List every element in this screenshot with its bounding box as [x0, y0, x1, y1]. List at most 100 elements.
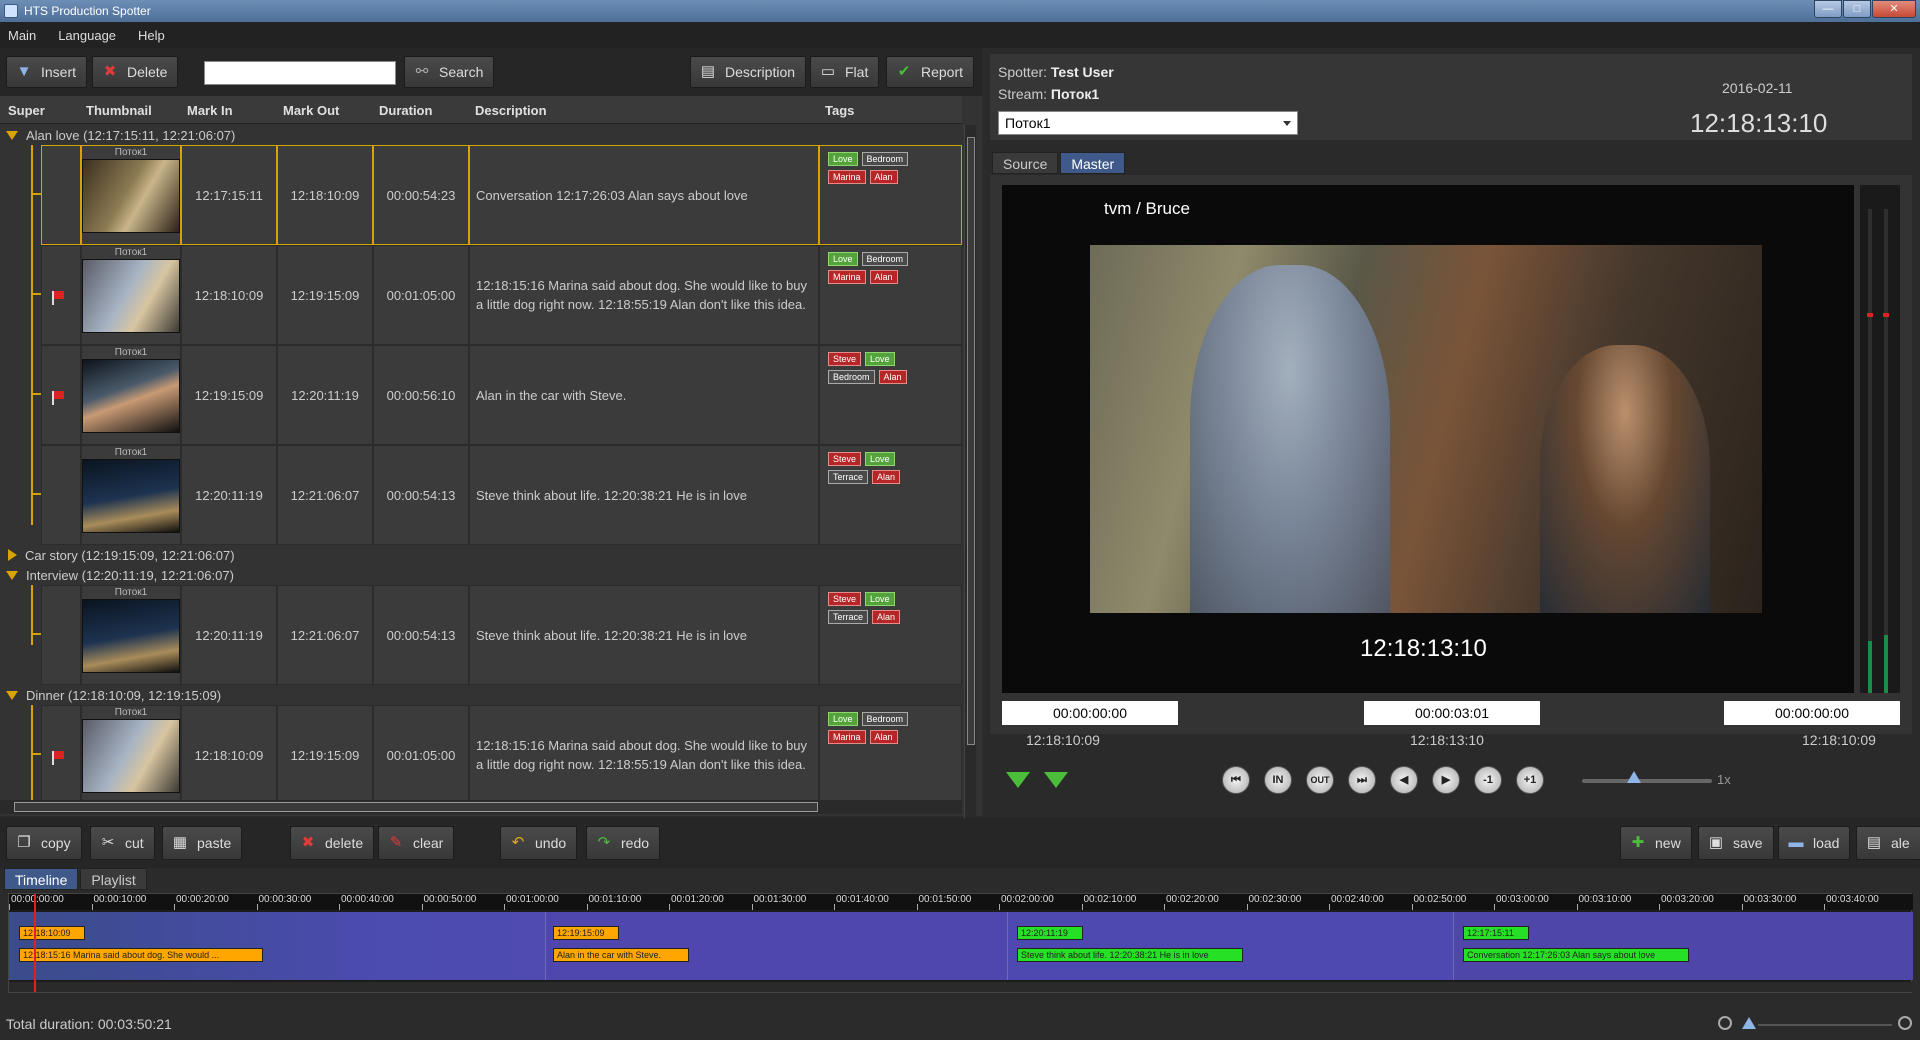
clip-row[interactable]: Поток1 12:18:10:09 12:19:15:09 00:01:05:…	[0, 705, 962, 800]
new-button[interactable]: ✚ new	[1620, 826, 1692, 860]
timeline-clip-desc[interactable]: Conversation 12:17:26:03 Alan says about…	[1463, 948, 1689, 962]
expand-triangle-icon[interactable]	[8, 549, 17, 561]
zoom-out-icon[interactable]	[1718, 1016, 1732, 1030]
group-row-alan-love[interactable]: Alan love (12:17:15:11, 12:21:06:07)	[0, 125, 962, 145]
tag-terrace[interactable]: Terrace	[828, 610, 869, 624]
group-row-dinner[interactable]: Dinner (12:18:10:09, 12:19:15:09)	[0, 685, 962, 705]
tag-bedroom[interactable]: Bedroom	[861, 152, 909, 166]
timeline-clip-desc[interactable]: Alan in the car with Steve.	[553, 948, 689, 962]
search-input[interactable]	[204, 61, 396, 85]
menu-main[interactable]: Main	[8, 28, 36, 43]
report-button[interactable]: ✔ Report	[886, 56, 975, 88]
timeline-clip-start[interactable]: 12:20:11:19	[1017, 926, 1083, 940]
clip-row[interactable]: Поток1 12:19:15:09 12:20:11:19 00:00:56:…	[0, 345, 962, 445]
col-description[interactable]: Description	[475, 103, 547, 118]
play-button[interactable]: ▶	[1432, 766, 1460, 794]
vertical-scrollbar[interactable]	[964, 125, 976, 847]
col-mark-in[interactable]: Mark In	[187, 103, 233, 118]
paste-button[interactable]: ▦ paste	[162, 826, 243, 860]
timeline-clip-start[interactable]: 12:18:10:09	[19, 926, 85, 940]
mark-out-button[interactable]: OUT	[1306, 766, 1334, 794]
tag-marina[interactable]: Marina	[828, 730, 866, 744]
tab-master[interactable]: Master	[1060, 152, 1126, 174]
tag-steve[interactable]: Steve	[828, 352, 862, 366]
zoom-slider-handle[interactable]	[1742, 1017, 1756, 1029]
zoom-in-icon[interactable]	[1898, 1016, 1912, 1030]
col-duration[interactable]: Duration	[379, 103, 432, 118]
menu-help[interactable]: Help	[138, 28, 165, 43]
expand-triangle-icon[interactable]	[6, 690, 18, 700]
copy-button[interactable]: ❐ copy	[6, 826, 82, 860]
timeline-scrollbar[interactable]	[9, 982, 1913, 992]
zoom-slider[interactable]	[1758, 1024, 1892, 1026]
col-super[interactable]: Super	[8, 103, 45, 118]
load-button[interactable]: ▬ load	[1778, 826, 1851, 860]
tc-out-field[interactable]: 00:00:00:00	[1724, 701, 1900, 725]
ale-button[interactable]: ▤ ale	[1856, 826, 1920, 860]
clip-row[interactable]: Поток1 12:18:10:09 12:19:15:09 00:01:05:…	[0, 245, 962, 345]
tag-bedroom[interactable]: Bedroom	[828, 370, 875, 384]
tag-love[interactable]: Love	[865, 352, 895, 366]
tag-alan[interactable]: Alan	[869, 730, 898, 744]
mark-in-button[interactable]: IN	[1264, 766, 1292, 794]
playhead[interactable]	[34, 894, 36, 992]
horizontal-scrollbar[interactable]	[0, 800, 962, 814]
col-thumbnail[interactable]: Thumbnail	[86, 103, 152, 118]
close-button[interactable]: ✕	[1872, 0, 1916, 18]
tag-alan[interactable]: Alan	[869, 170, 898, 184]
play-reverse-button[interactable]: ◀	[1390, 766, 1418, 794]
clip-row[interactable]: Поток1 12:20:11:19 12:21:06:07 00:00:54:…	[0, 445, 962, 545]
tag-love[interactable]: Love	[865, 592, 895, 606]
tag-terrace[interactable]: Terrace	[828, 470, 869, 484]
delete-button[interactable]: ✖ Delete	[92, 56, 179, 88]
timeline-delete-button[interactable]: ✖ delete	[290, 826, 375, 860]
clip-row[interactable]: Поток1 12:17:15:11 12:18:10:09 00:00:54:…	[0, 145, 962, 245]
timeline-clip-start[interactable]: 12:17:15:11	[1463, 926, 1529, 940]
tag-alan[interactable]: Alan	[869, 270, 898, 284]
scroll-thumb[interactable]	[967, 137, 975, 745]
tag-steve[interactable]: Steve	[828, 452, 862, 466]
tag-marina[interactable]: Marina	[828, 270, 866, 284]
clear-button[interactable]: ✎ clear	[378, 826, 455, 860]
tab-source[interactable]: Source	[992, 152, 1059, 174]
tag-alan[interactable]: Alan	[872, 470, 901, 484]
timeline-clip-desc[interactable]: 12:18:15:16 Marina said about dog. She w…	[19, 948, 263, 962]
maximize-button[interactable]: □	[1843, 0, 1871, 18]
search-button[interactable]: ⚯ Search	[404, 56, 495, 88]
cut-button[interactable]: ✂ cut	[90, 826, 155, 860]
insert-button[interactable]: ▼ Insert	[6, 56, 88, 88]
tag-alan[interactable]: Alan	[872, 610, 901, 624]
group-row-car-story[interactable]: Car story (12:19:15:09, 12:21:06:07)	[0, 545, 962, 565]
tab-playlist[interactable]: Playlist	[80, 868, 147, 890]
save-button[interactable]: ▣ save	[1698, 826, 1774, 860]
scroll-thumb[interactable]	[14, 802, 818, 812]
timeline-ruler[interactable]: 00:00:00:00 00:00:10:00 00:00:20:00 00:00:3…	[9, 894, 1913, 910]
video-screen[interactable]: tvm / Bruce 12:18:13:10	[1002, 185, 1854, 693]
tc-position-field[interactable]: 00:00:03:01	[1364, 701, 1540, 725]
mark-out-arrow-icon[interactable]	[1044, 772, 1068, 788]
timeline-clip-desc[interactable]: Steve think about life. 12:20:38:21 He i…	[1017, 948, 1243, 962]
timeline-track[interactable]: 12:18:10:09 12:18:15:16 Marina said abou…	[9, 912, 1913, 980]
col-tags[interactable]: Tags	[825, 103, 854, 118]
mark-in-arrow-icon[interactable]	[1006, 772, 1030, 788]
stream-dropdown[interactable]: Поток1	[998, 111, 1298, 135]
tag-marina[interactable]: Marina	[828, 170, 866, 184]
tag-love[interactable]: Love	[828, 252, 858, 266]
col-mark-out[interactable]: Mark Out	[283, 103, 339, 118]
tc-in-field[interactable]: 00:00:00:00	[1002, 701, 1178, 725]
go-end-button[interactable]: ⏭	[1348, 766, 1376, 794]
redo-button[interactable]: ↷ redo	[586, 826, 661, 860]
speed-slider[interactable]	[1582, 779, 1712, 783]
expand-triangle-icon[interactable]	[6, 570, 18, 580]
tag-love[interactable]: Love	[828, 712, 858, 726]
tag-love[interactable]: Love	[865, 452, 895, 466]
tag-alan[interactable]: Alan	[878, 370, 907, 384]
tag-bedroom[interactable]: Bedroom	[861, 252, 909, 266]
minimize-button[interactable]: —	[1814, 0, 1842, 18]
menu-language[interactable]: Language	[58, 28, 116, 43]
description-button[interactable]: ▤ Description	[690, 56, 807, 88]
undo-button[interactable]: ↶ undo	[500, 826, 578, 860]
timeline[interactable]: 00:00:00:00 00:00:10:00 00:00:20:00 00:00:3…	[8, 893, 1913, 993]
expand-triangle-icon[interactable]	[6, 130, 18, 140]
flat-button[interactable]: ▭ Flat	[810, 56, 880, 88]
